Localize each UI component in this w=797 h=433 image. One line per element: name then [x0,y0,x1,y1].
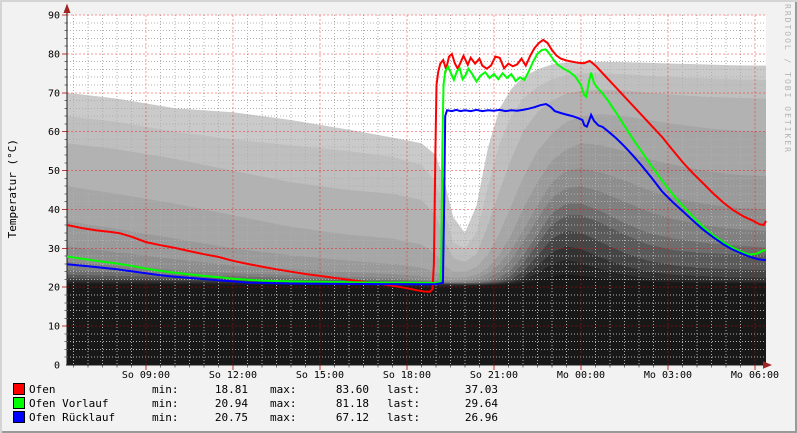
max-value: 67.12 [303,411,369,424]
max-label: max: [270,383,303,396]
min-label: min: [152,397,185,410]
legend-swatch-ofen [13,383,25,395]
min-label: min: [152,411,185,424]
x-axis-arrow-icon [763,361,772,369]
last-value: 37.03 [429,383,498,396]
y-tick-label: 80 [48,49,60,60]
legend-row-ofen-vorlauf: Ofen Vorlauf min: 20.94 max: 81.18 last:… [0,396,797,410]
y-tick-label: 30 [48,244,60,255]
x-tick-label: Mo 03:00 [644,370,692,381]
last-value: 29.64 [429,397,498,410]
legend-swatch-ofen-vorlauf [13,397,25,409]
min-value: 20.94 [185,397,248,410]
last-label: last: [387,383,429,396]
last-value: 26.96 [429,411,498,424]
rrdtool-watermark: RRDTOOL / TOBI OETIKER [783,4,792,154]
y-tick-label: 60 [48,127,60,138]
y-axis-title-container: Temperatur (°C) [6,0,19,378]
last-label: last: [387,411,429,424]
history-band [67,274,766,365]
max-value: 83.60 [303,383,369,396]
y-tick-label: 50 [48,166,60,177]
min-value: 20.75 [185,411,248,424]
legend-row-ofen: Ofen min: 18.81 max: 83.60 last: 37.03 [0,382,797,396]
max-label: max: [270,397,303,410]
y-tick-label: 40 [48,205,60,216]
legend-row-ofen-ruecklauf: Ofen Rücklauf min: 20.75 max: 67.12 last… [0,410,797,424]
rrdtool-graph-window: 0 10 20 30 40 50 60 70 80 90 So 09:00 So 12:00 So 15… [0,0,797,433]
y-tick-label: 90 [48,11,60,22]
x-tick-label: So 12:00 [209,370,257,381]
y-axis-title: Temperatur (°C) [6,139,19,238]
y-tick-label: 0 [54,361,60,372]
x-tick-label: So 21:00 [470,370,518,381]
x-tick-label: So 09:00 [122,370,170,381]
legend-series-name: Ofen [29,383,152,396]
x-tick-label: Mo 00:00 [557,370,605,381]
max-value: 81.18 [303,397,369,410]
legend: Ofen min: 18.81 max: 83.60 last: 37.03 O… [0,382,797,424]
min-value: 18.81 [185,383,248,396]
min-label: min: [152,383,185,396]
legend-series-name: Ofen Vorlauf [29,397,152,410]
legend-swatch-ofen-ruecklauf [13,411,25,423]
x-tick-label: So 15:00 [296,370,344,381]
last-label: last: [387,397,429,410]
max-label: max: [270,411,303,424]
chart-plot: 0 10 20 30 40 50 60 70 80 90 So 09:00 So 12:00 So 15… [0,0,797,381]
y-tick-label: 20 [48,283,60,294]
x-tick-label: Mo 06:00 [731,370,779,381]
y-tick-label: 10 [48,322,60,333]
y-tick-label: 70 [48,88,60,99]
legend-series-name: Ofen Rücklauf [29,411,152,424]
x-tick-label: So 18:00 [383,370,431,381]
y-axis-arrow-icon [64,4,71,14]
